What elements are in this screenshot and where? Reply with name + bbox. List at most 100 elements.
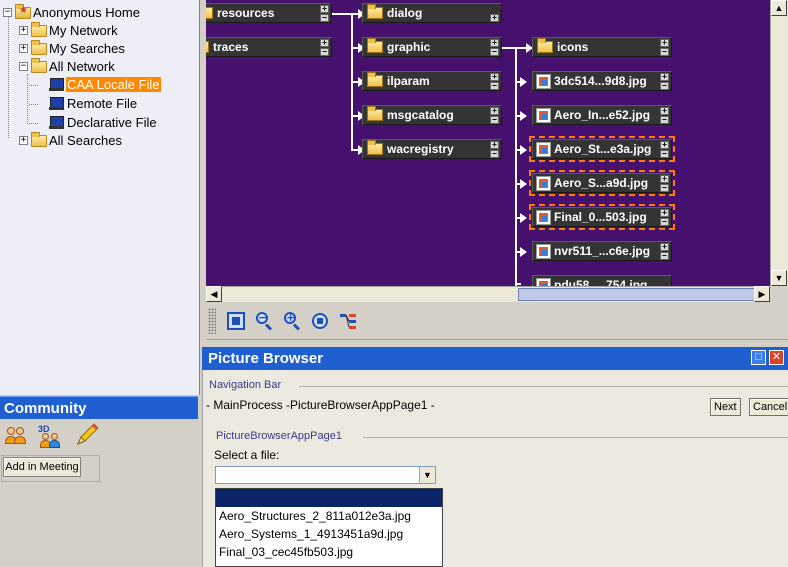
expand-toggle-icon[interactable]: + bbox=[19, 136, 28, 145]
toolbar-grip[interactable] bbox=[208, 308, 216, 334]
vertical-scrollbar[interactable]: ▲ ▼ bbox=[770, 0, 788, 286]
cancel-button[interactable]: Cancel bbox=[749, 398, 788, 416]
tree-item-anonymous-home[interactable]: − Anonymous Home bbox=[3, 3, 141, 21]
collapse-icon[interactable]: − bbox=[660, 116, 669, 124]
zoom-in-icon[interactable]: + bbox=[282, 311, 302, 331]
collapse-icon[interactable]: − bbox=[490, 48, 499, 56]
dropdown-option-empty[interactable] bbox=[216, 489, 442, 507]
collapse-icon[interactable]: − bbox=[660, 82, 669, 90]
expand-icon[interactable]: + bbox=[660, 175, 669, 183]
dropdown-option[interactable]: Aero_Systems_1_4913451a9d.jpg bbox=[216, 525, 442, 543]
graph-node-resources[interactable]: resources + − bbox=[206, 3, 332, 23]
tree-item-all-network[interactable]: − All Network bbox=[19, 57, 116, 75]
tree-item-my-searches[interactable]: + My Searches bbox=[19, 39, 126, 57]
expand-icon[interactable]: + bbox=[660, 73, 669, 81]
graph-node-image[interactable]: Aero_In...e52.jpg + − bbox=[532, 105, 672, 125]
graph-node-graphic[interactable]: graphic + − bbox=[362, 37, 502, 57]
fit-all-icon[interactable] bbox=[226, 311, 246, 331]
graph-view[interactable]: resources + − traces + − dialog + graphi… bbox=[206, 0, 770, 286]
tree-item-remote-file[interactable]: Remote File bbox=[49, 95, 138, 112]
person-body-shape bbox=[49, 440, 60, 448]
zoom-out-icon[interactable]: − bbox=[254, 311, 274, 331]
monitor-icon bbox=[49, 78, 64, 91]
expand-icon[interactable]: + bbox=[660, 141, 669, 149]
tree-item-my-network[interactable]: + My Network bbox=[19, 21, 119, 39]
close-icon[interactable]: ✕ bbox=[769, 350, 784, 365]
people-3d-icon[interactable]: 3D bbox=[38, 424, 62, 448]
arrow-right-icon bbox=[520, 145, 527, 155]
expand-icon[interactable]: + bbox=[490, 14, 499, 22]
node-controls: + − bbox=[320, 5, 329, 22]
expand-icon[interactable]: + bbox=[660, 39, 669, 47]
expand-icon[interactable]: + bbox=[660, 107, 669, 115]
graph-node-wacregistry[interactable]: wacregistry + − bbox=[362, 139, 502, 159]
tree-item-declarative-file[interactable]: Declarative File bbox=[49, 114, 158, 131]
collapse-icon[interactable]: − bbox=[490, 150, 499, 158]
collapse-icon[interactable]: − bbox=[320, 14, 329, 22]
graph-node-image-selected[interactable]: Aero_St...e3a.jpg + − bbox=[529, 136, 675, 162]
expand-icon[interactable]: + bbox=[660, 209, 669, 217]
graph-node-traces[interactable]: traces + − bbox=[206, 37, 332, 57]
magnifier-sign-glyph: − bbox=[258, 311, 268, 324]
maximize-icon[interactable]: □ bbox=[751, 350, 766, 365]
expand-toggle-icon[interactable]: + bbox=[19, 44, 28, 53]
graph-node-image-selected[interactable]: Aero_S...a9d.jpg + − bbox=[529, 170, 675, 196]
expand-icon[interactable]: + bbox=[490, 39, 499, 47]
collapse-icon[interactable]: − bbox=[660, 218, 669, 226]
picture-browser-titlebar: Picture Browser □ ✕ bbox=[202, 347, 788, 370]
graph-node-label: ilparam bbox=[387, 74, 430, 88]
next-button[interactable]: Next bbox=[710, 398, 741, 416]
folder-icon bbox=[367, 140, 383, 155]
expand-icon[interactable]: + bbox=[320, 5, 329, 13]
graph-node-image[interactable]: pdu58_...754.jpg bbox=[532, 275, 672, 286]
collapse-toggle-icon[interactable]: − bbox=[3, 8, 12, 17]
collapse-icon[interactable]: − bbox=[660, 150, 669, 158]
collapse-icon[interactable]: − bbox=[660, 252, 669, 260]
collapse-icon[interactable]: − bbox=[320, 48, 329, 56]
folder-icon bbox=[31, 21, 47, 37]
folder-icon bbox=[367, 106, 383, 121]
graph-node-msgcatalog[interactable]: msgcatalog + − bbox=[362, 105, 502, 125]
graph-node-image-selected[interactable]: Final_0...503.jpg + − bbox=[529, 204, 675, 230]
add-in-meeting-button[interactable]: Add in Meeting bbox=[3, 457, 81, 477]
pencil-icon[interactable] bbox=[74, 422, 100, 448]
scroll-right-icon[interactable]: ▶ bbox=[754, 286, 770, 302]
monitor-icon bbox=[49, 116, 64, 129]
scroll-up-icon[interactable]: ▲ bbox=[771, 0, 787, 16]
graph-node-icons[interactable]: icons + − bbox=[532, 37, 672, 57]
expand-icon[interactable]: + bbox=[490, 141, 499, 149]
community-panel: 3D Add in Meeting bbox=[0, 419, 200, 567]
expand-icon[interactable]: + bbox=[490, 73, 499, 81]
file-select-combo[interactable]: ▼ bbox=[215, 466, 436, 484]
expand-icon[interactable]: + bbox=[660, 243, 669, 251]
chevron-down-icon[interactable]: ▼ bbox=[419, 467, 435, 483]
expand-icon[interactable]: + bbox=[490, 107, 499, 115]
dropdown-option[interactable]: Aero_Structures_2_811a012e3a.jpg bbox=[216, 507, 442, 525]
tree-layout-icon[interactable] bbox=[338, 311, 358, 331]
expand-toggle-icon[interactable]: + bbox=[19, 26, 28, 35]
graph-node-image[interactable]: 3dc514...9d8.jpg + − bbox=[532, 71, 672, 91]
page-section-title: PictureBrowserAppPage1 bbox=[216, 430, 342, 442]
folder-icon bbox=[31, 57, 47, 73]
collapse-icon[interactable]: − bbox=[490, 116, 499, 124]
graph-node-image[interactable]: nvr511_...c6e.jpg + − bbox=[532, 241, 672, 261]
tree-guide-line bbox=[29, 104, 38, 105]
scroll-down-icon[interactable]: ▼ bbox=[771, 270, 787, 286]
collapse-icon[interactable]: − bbox=[490, 82, 499, 90]
collapse-icon[interactable]: − bbox=[660, 184, 669, 192]
tree-item-all-searches[interactable]: + All Searches bbox=[19, 131, 123, 149]
tree-item-label: Declarative File bbox=[67, 115, 157, 130]
dropdown-option[interactable]: Final_03_cec45fb503.jpg bbox=[216, 543, 442, 561]
collapse-toggle-icon[interactable]: − bbox=[19, 62, 28, 71]
graph-node-ilparam[interactable]: ilparam + − bbox=[362, 71, 502, 91]
expand-icon[interactable]: + bbox=[320, 39, 329, 47]
people-icon[interactable] bbox=[4, 424, 28, 448]
scroll-left-icon[interactable]: ◀ bbox=[206, 286, 222, 302]
collapse-icon[interactable]: − bbox=[660, 48, 669, 56]
tree-item-caa-locale-file[interactable]: CAA Locale File bbox=[49, 76, 161, 93]
graph-node-dialog[interactable]: dialog + bbox=[362, 3, 502, 23]
reframe-icon[interactable] bbox=[310, 311, 330, 331]
horizontal-scrollbar[interactable]: ◀ ▶ bbox=[206, 286, 770, 302]
horizontal-scroll-thumb[interactable] bbox=[518, 288, 755, 301]
image-file-icon bbox=[536, 243, 551, 259]
